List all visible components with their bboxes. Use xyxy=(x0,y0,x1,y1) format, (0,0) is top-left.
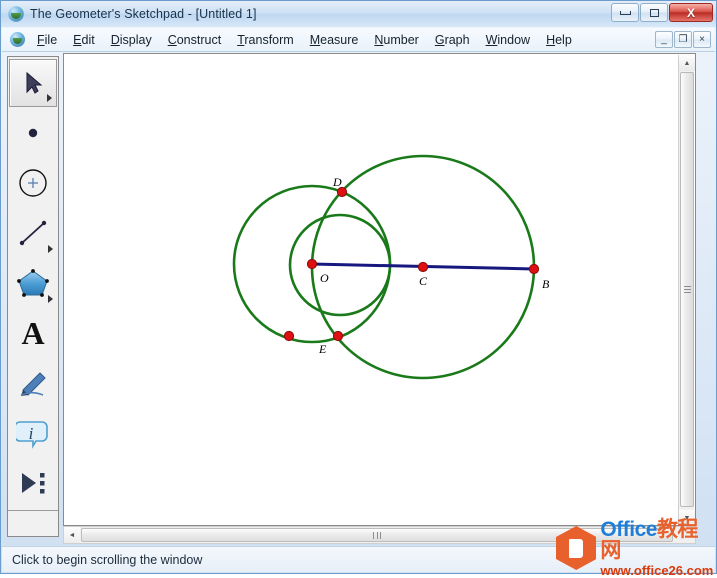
scroll-left-button[interactable]: ◄ xyxy=(64,527,80,543)
point-B xyxy=(528,263,540,275)
menu-window-label: W xyxy=(485,32,498,47)
title-bar: The Geometer's Sketchpad - [Untitled 1] … xyxy=(1,1,716,27)
vertical-scrollbar[interactable]: ▲ ▼ xyxy=(678,55,695,525)
flyout-arrow-icon[interactable] xyxy=(48,245,53,253)
circle-plus-icon xyxy=(19,169,47,197)
info-bubble-icon: i xyxy=(16,421,48,449)
sketchpad-globe-icon xyxy=(8,6,24,22)
sketch-canvas[interactable]: O D C B E 几何画板官网 www.jihehuaban.com.cn ▲… xyxy=(63,53,696,526)
maximize-icon xyxy=(649,8,659,17)
point-label-D: D xyxy=(332,175,342,189)
geometry-drawing: O D C B E xyxy=(232,154,550,380)
point-label-C: C xyxy=(419,274,428,288)
compass-tool[interactable] xyxy=(9,159,57,207)
flyout-arrow-icon[interactable] xyxy=(48,295,53,303)
point-label-B: B xyxy=(542,277,550,291)
menu-file-label: F xyxy=(37,32,45,47)
menu-window[interactable]: Window xyxy=(478,31,538,49)
menu-measure-rest: easure xyxy=(320,32,359,47)
menu-edit-rest: dit xyxy=(81,32,95,47)
scroll-grip-icon xyxy=(683,286,691,293)
application-window: The Geometer's Sketchpad - [Untitled 1] … xyxy=(0,0,717,577)
menu-measure-label: M xyxy=(309,32,321,47)
menu-help[interactable]: Help xyxy=(538,31,580,49)
play-dots-icon xyxy=(22,473,45,494)
cursor-arrow-icon xyxy=(26,71,43,94)
menu-construct[interactable]: Construct xyxy=(160,31,230,49)
svg-text:i: i xyxy=(29,424,34,443)
menu-transform[interactable]: Transform xyxy=(229,31,302,49)
menu-number-rest: umber xyxy=(383,32,419,47)
menu-graph-label: G xyxy=(434,32,445,47)
status-message: Click to begin scrolling the window xyxy=(12,552,203,567)
straightedge-tool[interactable] xyxy=(9,209,57,257)
point-C xyxy=(417,261,429,273)
office-brand-en: Office xyxy=(600,518,657,541)
minimize-button[interactable] xyxy=(611,3,639,22)
mdi-restore-button[interactable]: ❐ xyxy=(674,31,692,48)
arrow-select-tool[interactable] xyxy=(9,59,57,107)
point-label-E: E xyxy=(318,342,327,356)
menu-display[interactable]: Display xyxy=(103,31,160,49)
window-title: The Geometer's Sketchpad - [Untitled 1] xyxy=(30,7,257,21)
maximize-button[interactable] xyxy=(640,3,668,22)
point-tool[interactable] xyxy=(9,109,57,157)
menu-measure[interactable]: Measure xyxy=(302,31,367,49)
minimize-icon xyxy=(619,10,631,15)
menu-graph[interactable]: Graph xyxy=(427,31,478,49)
toolbox-panel: A i xyxy=(7,56,59,537)
svg-text:A: A xyxy=(21,316,44,350)
mdi-child-controls: _ ❐ × xyxy=(655,31,711,48)
menu-transform-rest: ransform xyxy=(244,32,294,47)
menu-bar: File Edit Display Construct Transform Me… xyxy=(2,28,715,52)
point-label-O: O xyxy=(320,271,329,285)
menu-file[interactable]: File xyxy=(29,31,65,49)
flyout-arrow-icon[interactable] xyxy=(47,94,52,102)
menu-graph-rest: raph xyxy=(444,32,470,47)
office-url: www.office26.com xyxy=(600,563,714,578)
menu-edit[interactable]: Edit xyxy=(65,31,103,49)
scroll-up-button[interactable]: ▲ xyxy=(679,55,695,71)
office-watermark-text: Office教程网 www.office26.com xyxy=(600,519,714,577)
mdi-minimize-button[interactable]: _ xyxy=(655,31,673,48)
marker-tool[interactable] xyxy=(9,359,57,407)
information-tool[interactable]: i xyxy=(9,409,57,457)
point-E xyxy=(332,330,344,342)
point-O xyxy=(306,258,318,270)
window-controls: X xyxy=(611,3,713,22)
scroll-grip-icon xyxy=(373,531,381,539)
menu-edit-label: E xyxy=(73,32,82,47)
letter-a-icon: A xyxy=(21,316,44,350)
custom-tool[interactable] xyxy=(9,459,57,507)
menu-construct-label: C xyxy=(167,32,177,47)
vertical-scroll-thumb[interactable] xyxy=(680,72,694,507)
pencil-marker-icon xyxy=(20,372,46,396)
polygon-tool[interactable] xyxy=(9,259,57,307)
document-icon xyxy=(10,32,25,47)
menu-file-rest: ile xyxy=(44,32,58,47)
office-logo-icon xyxy=(556,526,597,570)
menu-help-rest: elp xyxy=(555,32,572,47)
text-tool[interactable]: A xyxy=(9,309,57,357)
line-segment-icon xyxy=(19,220,47,246)
watermark-office26: Office教程网 www.office26.com xyxy=(552,519,714,577)
menu-window-rest: indow xyxy=(497,32,531,47)
office-brand-line: Office教程网 xyxy=(600,519,714,561)
menu-number[interactable]: Number xyxy=(366,31,426,49)
toolbox-empty-area xyxy=(8,511,58,536)
close-button[interactable]: X xyxy=(669,3,713,22)
menu-display-rest: isplay xyxy=(119,32,152,47)
point-unlabeled xyxy=(283,330,295,342)
point-dot-icon xyxy=(28,128,38,138)
mdi-close-button[interactable]: × xyxy=(693,31,711,48)
menu-construct-rest: onstruct xyxy=(176,32,222,47)
pentagon-icon xyxy=(17,269,49,297)
menu-help-label: H xyxy=(546,32,556,47)
menu-display-label: D xyxy=(110,32,120,47)
